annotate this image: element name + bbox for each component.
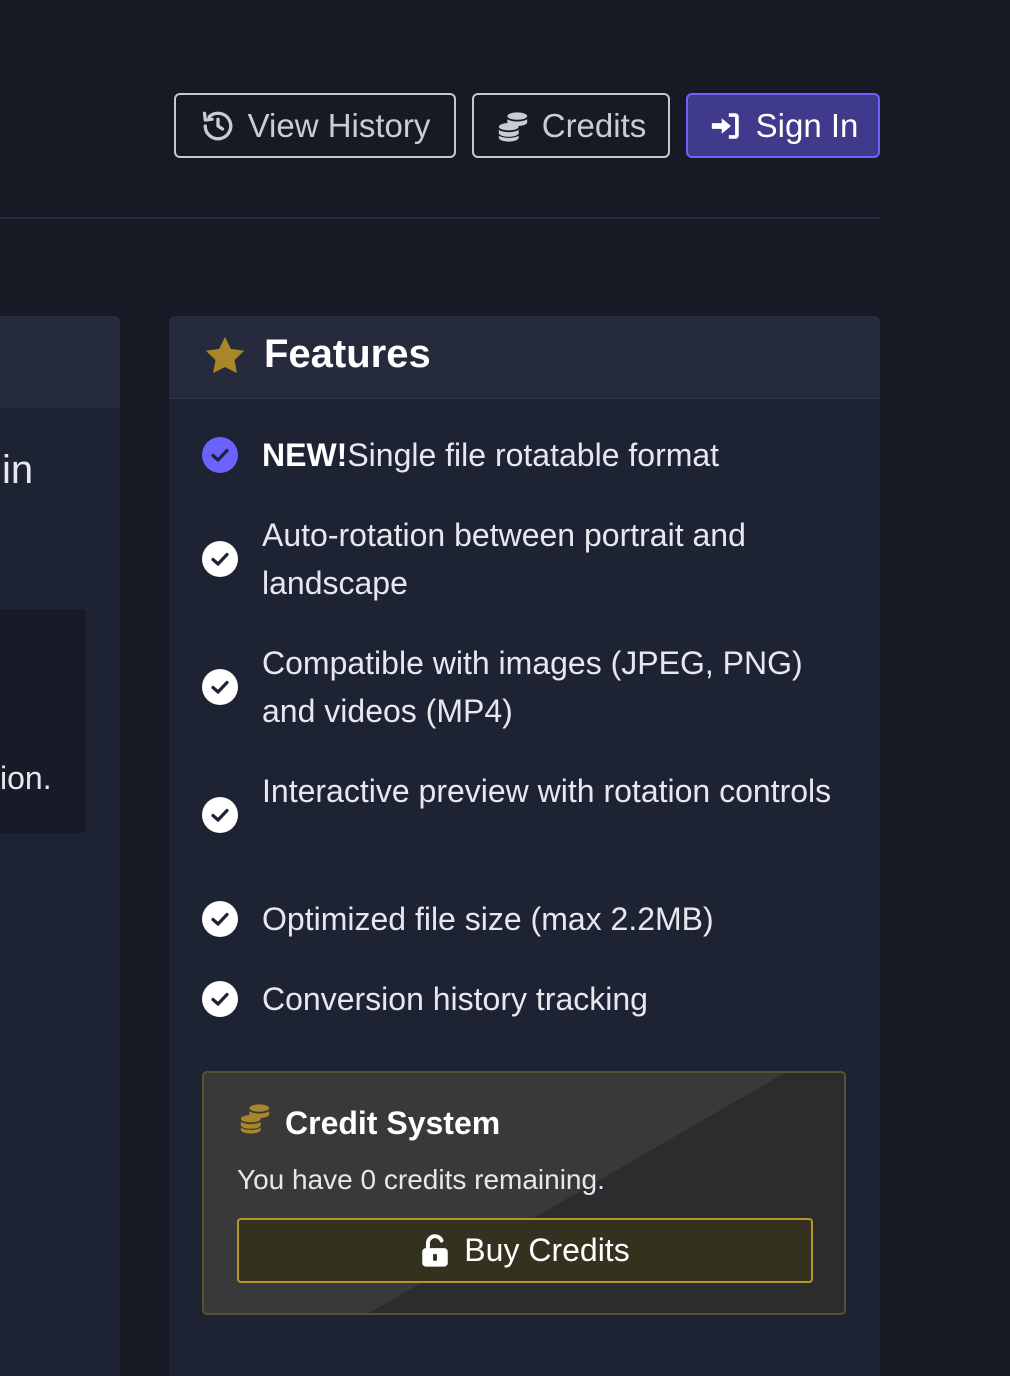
view-history-label: View History: [247, 106, 431, 144]
check-circle-icon: [202, 669, 238, 705]
left-panel-text-fragment-2: ion.: [0, 760, 52, 796]
new-badge: NEW!: [262, 437, 348, 473]
feature-text: Interactive preview with rotation contro…: [262, 773, 832, 809]
buy-credits-label: Buy Credits: [464, 1232, 630, 1268]
coins-icon: [240, 1104, 270, 1134]
buy-credits-button[interactable]: Buy Credits: [237, 1218, 813, 1283]
feature-text: Compatible with images (JPEG, PNG) and v…: [262, 645, 803, 729]
credits-label: Credits: [541, 106, 647, 144]
left-panel-text-fragment: in: [2, 448, 34, 492]
header-divider: [0, 217, 880, 219]
features-title: Features: [264, 332, 431, 376]
view-history-button[interactable]: View History: [174, 93, 456, 158]
sign-in-icon: [711, 112, 739, 139]
check-circle-icon: [202, 797, 238, 833]
check-circle-icon: [202, 437, 238, 473]
star-icon: [205, 336, 245, 374]
sign-in-button[interactable]: Sign In: [686, 93, 880, 158]
features-header: Features: [169, 316, 880, 399]
features-card: Features NEW!Single file rotatable forma…: [169, 316, 880, 1376]
check-circle-icon: [202, 901, 238, 937]
check-circle-icon: [202, 981, 238, 1017]
feature-text: Single file rotatable format: [347, 437, 720, 473]
left-panel-inner-box: [0, 609, 86, 833]
lock-open-icon: [422, 1233, 449, 1267]
credits-button[interactable]: Credits: [472, 93, 670, 158]
left-panel-header: [0, 316, 120, 408]
coins-icon: [498, 111, 527, 142]
history-icon: [202, 111, 232, 140]
feature-text: Optimized file size (max 2.2MB): [262, 901, 714, 937]
credit-system-title: Credit System: [285, 1105, 501, 1141]
feature-text: Auto-rotation between portrait and lands…: [262, 517, 746, 601]
feature-text: Conversion history tracking: [262, 981, 648, 1017]
credit-system-box: Credit System You have 0 credits remaini…: [202, 1071, 846, 1315]
check-circle-icon: [202, 541, 238, 577]
sign-in-label: Sign In: [755, 106, 859, 144]
credits-remaining-text: You have 0 credits remaining.: [237, 1164, 605, 1195]
